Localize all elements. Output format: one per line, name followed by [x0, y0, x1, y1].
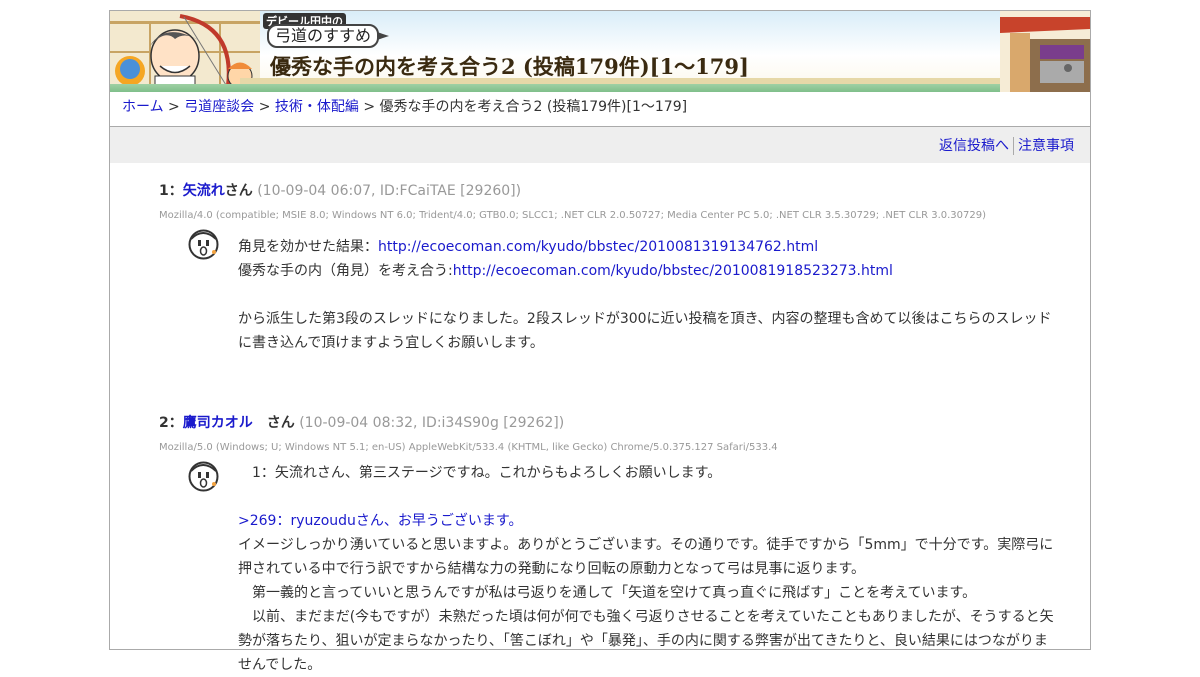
post-line: イメージしっかり湧いていると思いますよ。ありがとうございます。その通りです。徒手…: [238, 537, 1054, 553]
post-blank-line: [238, 485, 1060, 509]
post: 2：鷹司カオル さん (10-09-04 08:32, ID:i34S90g […: [110, 413, 1090, 677]
breadcrumb-category-link[interactable]: 技術・体配編: [275, 99, 359, 115]
post-text: 優秀な手の内（角見）を考え合う:: [238, 263, 453, 279]
shrine-illustration: [1000, 11, 1090, 92]
post-line: 勢が落ちたり、狙いが定まらなかったり、「筈こぼれ」や「暴発」、手の内に関する弊害…: [238, 633, 1048, 673]
post-number: 1：: [159, 183, 183, 199]
post-author-suffix: さん: [224, 183, 253, 199]
site-banner: デビール田中の 弓道のすすめ 優秀な手の内を考え合う2 (投稿179件)[1～1…: [110, 11, 1090, 92]
notes-link[interactable]: 注意事項: [1016, 138, 1076, 154]
banner-bottom-strip: [110, 84, 1090, 92]
avatar-face-icon: [188, 229, 219, 260]
breadcrumb-current: 優秀な手の内を考え合う2 (投稿179件)[1～179]: [379, 99, 688, 115]
post-body: 1：矢流れさん、第三ステージですね。これからもよろしくお願いします。 >269：…: [238, 461, 1060, 677]
site-logo[interactable]: 弓道のすすめ: [267, 24, 389, 48]
breadcrumb-forum-link[interactable]: 弓道座談会: [184, 99, 254, 115]
breadcrumb: ホーム > 弓道座談会 > 技術・体配編 > 優秀な手の内を考え合う2 (投稿1…: [110, 92, 1090, 127]
breadcrumb-separator: >: [168, 99, 180, 115]
post-link[interactable]: http://ecoecoman.com/kyudo/bbstec/201008…: [378, 239, 818, 255]
post-text: 角見を効かせた結果：: [238, 239, 378, 255]
action-bar: 返信投稿へ 注意事項: [110, 127, 1090, 163]
breadcrumb-separator: >: [258, 99, 271, 115]
post-body: 角見を効かせた結果：http://ecoecoman.com/kyudo/bbs…: [238, 235, 1060, 355]
breadcrumb-home-link[interactable]: ホーム: [122, 99, 164, 115]
post-line: から派生した第3段のスレッドになりました。2段スレッドが300に近い投稿を頂き、…: [238, 311, 1052, 327]
post-reply-quote: >269：ryuzouduさん、お早うございます。: [238, 513, 523, 529]
reply-post-link[interactable]: 返信投稿へ: [937, 138, 1011, 154]
post-meta: (10-09-04 06:07, ID:FCaiTAE [29260]): [257, 183, 522, 199]
post-number: 2：: [159, 415, 183, 431]
post-user-agent: Mozilla/4.0 (compatible; MSIE 8.0; Windo…: [159, 210, 986, 221]
post-line: 角見を効かせた結果：http://ecoecoman.com/kyudo/bbs…: [238, 235, 1060, 259]
post-line: に書き込んで頂けますよう宜しくお願いします。: [238, 335, 544, 351]
breadcrumb-separator: >: [363, 99, 376, 115]
post-line: 押されている中で行う訳ですから結構な力の発動になり回転の原動力となって弓は見事に…: [238, 561, 866, 577]
post-author-suffix: さん: [266, 415, 295, 431]
page-container: デビール田中の 弓道のすすめ 優秀な手の内を考え合う2 (投稿179件)[1～1…: [109, 10, 1091, 673]
post-author-link[interactable]: 鷹司カオル: [183, 415, 267, 431]
post-header: 1：矢流れさん (10-09-04 06:07, ID:FCaiTAE [292…: [159, 181, 1060, 201]
page-title: 優秀な手の内を考え合う2 (投稿179件)[1～179]: [270, 54, 749, 79]
post-user-agent: Mozilla/5.0 (Windows; U; Windows NT 5.1;…: [159, 442, 778, 453]
post-meta: (10-09-04 08:32, ID:i34S90g [29262]): [299, 415, 565, 431]
post-author-link[interactable]: 矢流れ: [183, 183, 225, 199]
post-line: 優秀な手の内（角見）を考え合う:http://ecoecoman.com/kyu…: [238, 259, 1060, 283]
post-line: 第一義的と言っていいと思うんですが私は弓返りを通して「矢道を空けて真っ直ぐに飛ば…: [238, 585, 977, 601]
action-divider: [1013, 137, 1014, 155]
post-header: 2：鷹司カオル さん (10-09-04 08:32, ID:i34S90g […: [159, 413, 1060, 433]
post: 1：矢流れさん (10-09-04 06:07, ID:FCaiTAE [292…: [110, 181, 1090, 355]
avatar-face-icon: [188, 461, 219, 492]
post-line: 1：矢流れさん、第三ステージですね。これからもよろしくお願いします。: [238, 465, 722, 481]
post-link[interactable]: http://ecoecoman.com/kyudo/bbstec/201008…: [453, 263, 893, 279]
post-line: 以前、まだまだ(今もですが）未熟だった頃は何が何でも強く弓返りさせることを考えて…: [238, 609, 1054, 625]
post-blank-line: [238, 283, 1060, 307]
mascot-illustration: [110, 11, 260, 92]
